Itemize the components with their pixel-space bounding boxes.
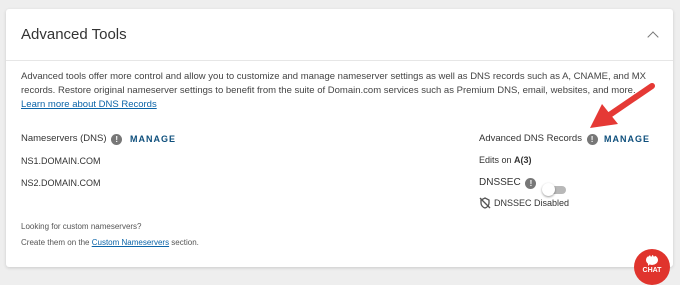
learn-more-link[interactable]: Learn more about DNS Records xyxy=(21,99,157,110)
card-description: Advanced tools offer more control and al… xyxy=(21,70,661,112)
divider xyxy=(6,60,673,61)
card-title: Advanced Tools xyxy=(21,26,127,43)
dnssec-label-group: DNSSEC ! xyxy=(479,177,537,189)
description-text: Advanced tools offer more control and al… xyxy=(21,71,647,96)
manage-nameservers-button[interactable]: MANAGE xyxy=(130,134,176,144)
custom-nameservers-link[interactable]: Custom Nameservers xyxy=(92,238,169,247)
custom-ns-line: Create them on the Custom Nameservers se… xyxy=(21,238,199,247)
info-icon[interactable]: ! xyxy=(111,134,123,145)
nameservers-label-group: Nameservers (DNS) ! xyxy=(21,133,123,145)
dnssec-toggle[interactable] xyxy=(542,183,566,196)
chevron-up-icon[interactable] xyxy=(647,31,659,43)
edits-summary: Edits on A(3) xyxy=(479,155,532,165)
nameserver-item-1: NS1.DOMAIN.COM xyxy=(21,156,101,166)
annotation-arrow xyxy=(590,83,655,128)
custom-ns-suffix: section. xyxy=(169,238,199,247)
edits-prefix: Edits on xyxy=(479,155,515,165)
manage-dns-records-button[interactable]: MANAGE xyxy=(604,134,650,144)
chat-dots-icon: ••• xyxy=(647,253,656,260)
info-icon[interactable]: ! xyxy=(525,178,537,189)
custom-ns-prefix: Create them on the xyxy=(21,238,92,247)
nameserver-item-2: NS2.DOMAIN.COM xyxy=(21,178,101,188)
dnssec-status: DNSSEC Disabled xyxy=(494,198,570,208)
edits-value: A(3) xyxy=(514,155,532,165)
advanced-dns-label: Advanced DNS Records xyxy=(479,133,582,144)
dnssec-label: DNSSEC xyxy=(479,177,521,188)
advanced-tools-card: Advanced Tools Advanced tools offer more… xyxy=(6,9,673,267)
nameservers-label: Nameservers (DNS) xyxy=(21,133,107,144)
toggle-knob xyxy=(542,183,555,196)
custom-ns-hint: Looking for custom nameservers? xyxy=(21,222,142,231)
chat-button[interactable]: ••• CHAT xyxy=(634,249,670,285)
chat-label: CHAT xyxy=(642,267,662,274)
shield-off-icon xyxy=(479,197,491,209)
info-icon[interactable]: ! xyxy=(586,134,598,145)
